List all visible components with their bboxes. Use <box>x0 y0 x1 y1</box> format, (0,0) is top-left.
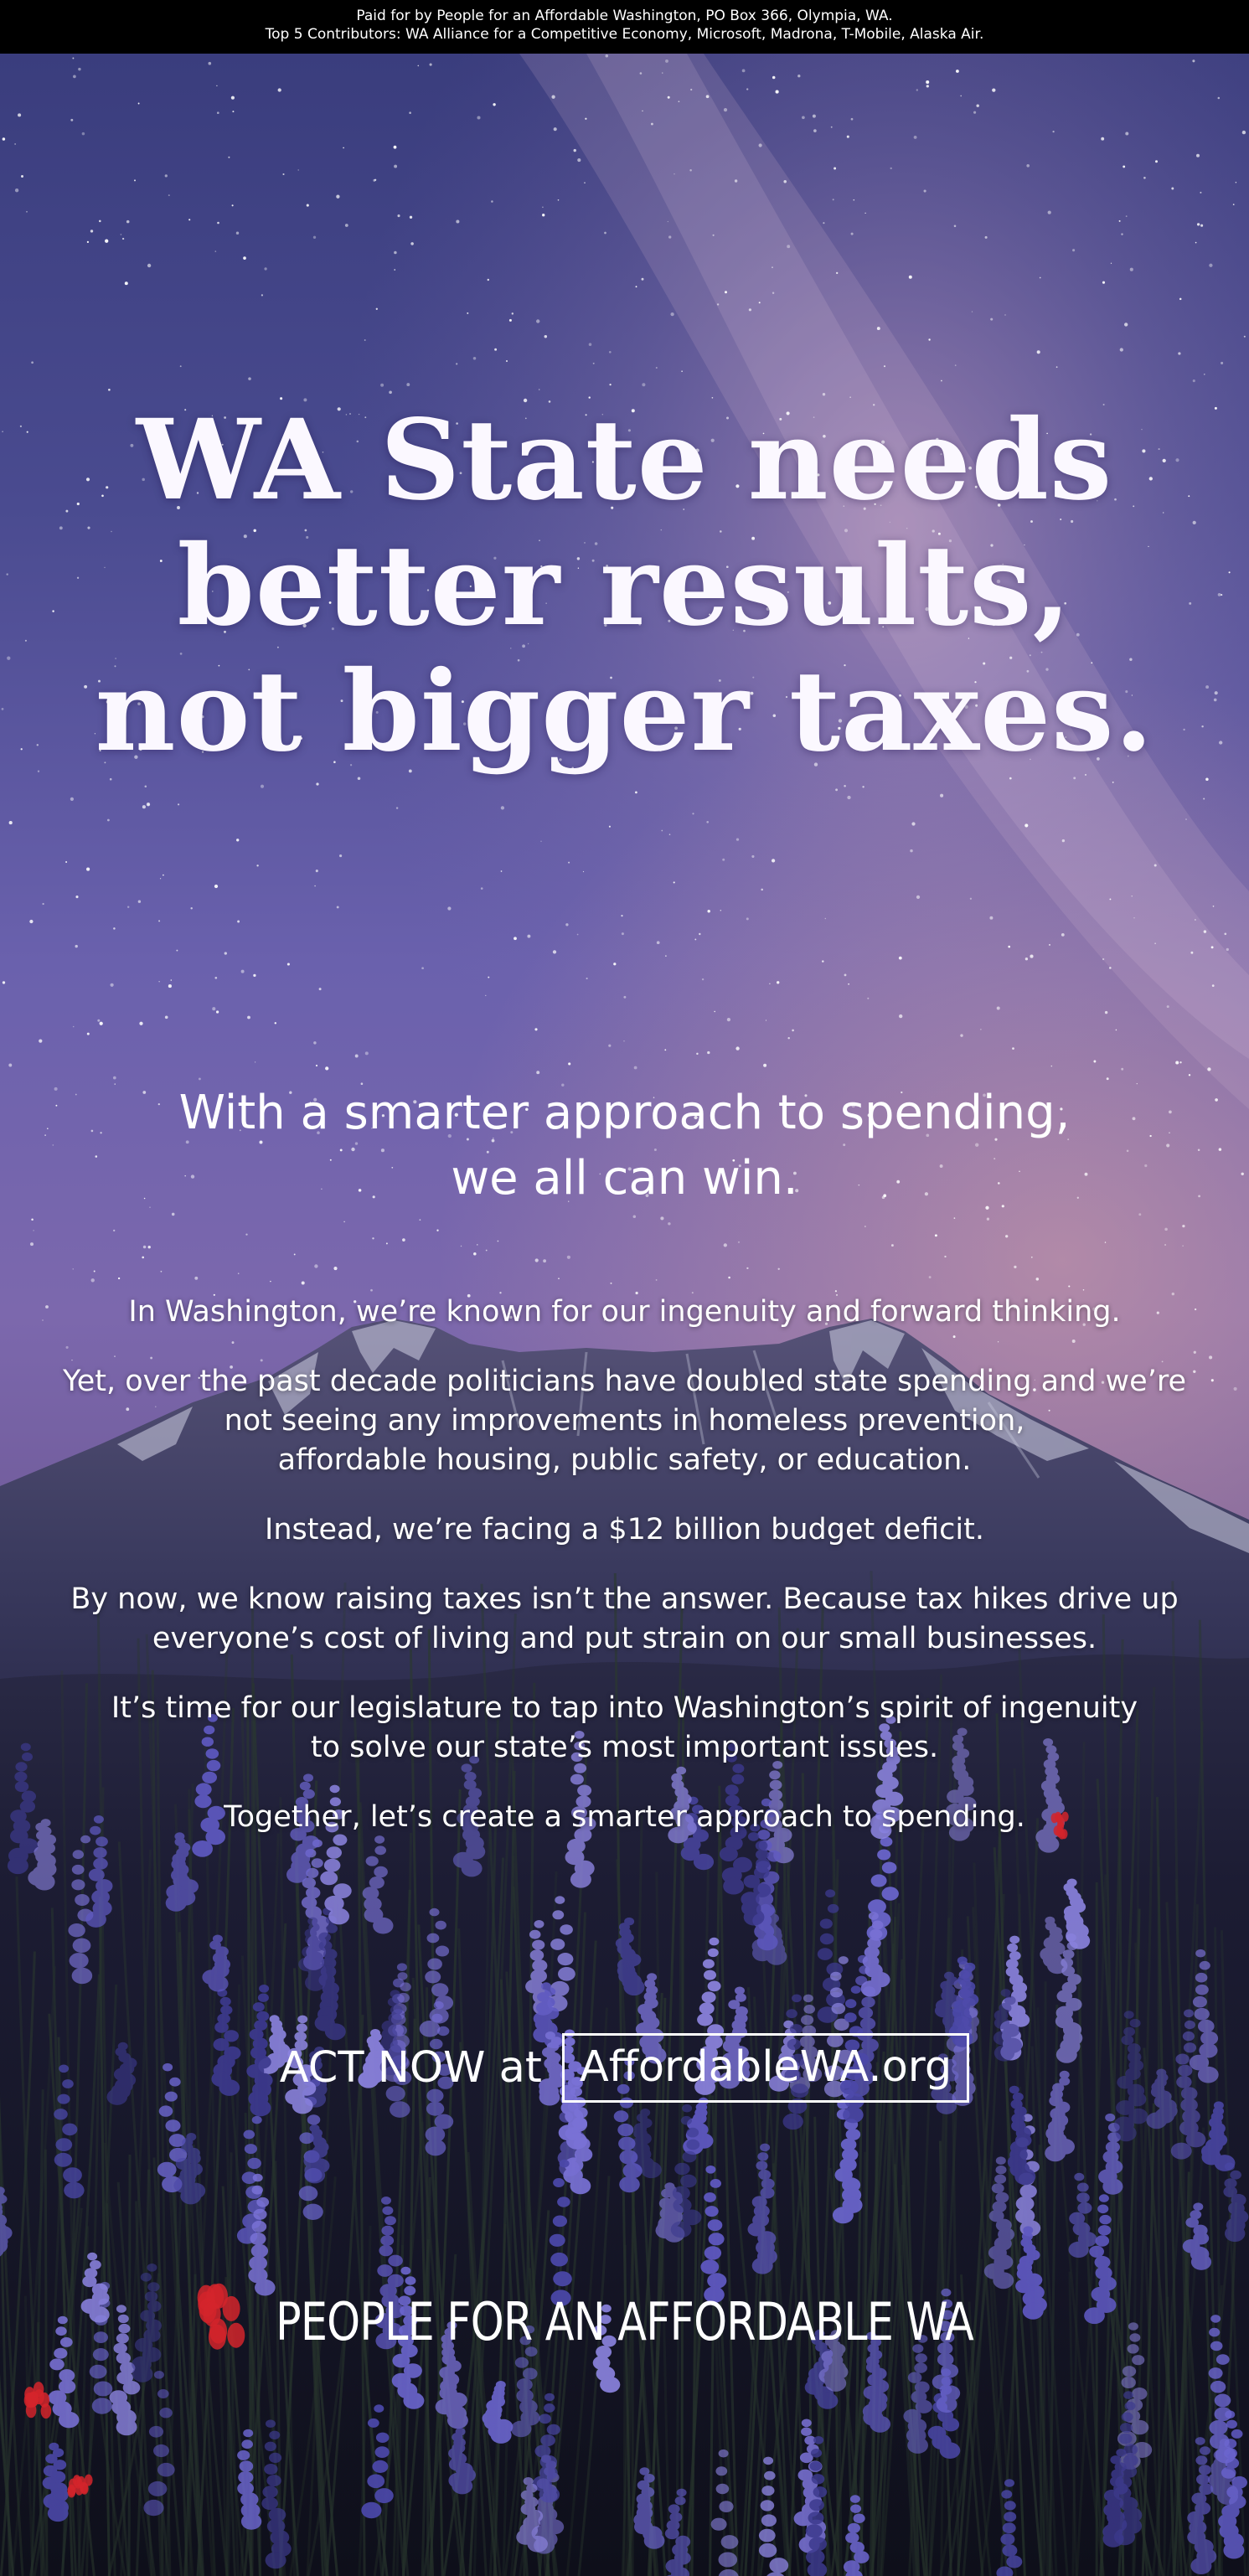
website-link[interactable]: AffordableWA.org <box>561 2032 970 2103</box>
cta-label: ACT NOW at <box>279 2042 542 2093</box>
body-p5-line-2: to solve our state’s most important issu… <box>310 1731 939 1764</box>
call-to-action: ACT NOW at AffordableWA.org <box>0 2026 1249 2109</box>
headline-line-1: WA State needs <box>136 395 1113 525</box>
organization-name: PEOPLE FOR AN AFFORDABLE WA <box>275 2291 974 2352</box>
body-p2-line-2: not seeing any improvements in homeless … <box>224 1404 1025 1438</box>
disclaimer-line-1: Paid for by People for an Affordable Was… <box>356 8 893 24</box>
headline: WA State needs better results, not bigge… <box>0 398 1249 775</box>
headline-line-3: not bigger taxes. <box>95 647 1154 777</box>
subheadline: With a smarter approach to spending, we … <box>0 1081 1249 1211</box>
body-p2-line-1: Yet, over the past decade politicians ha… <box>63 1365 1186 1398</box>
body-p5-line-1: It’s time for our legislature to tap int… <box>111 1691 1138 1725</box>
subhead-line-1: With a smarter approach to spending, <box>178 1086 1071 1140</box>
body-p6-line: Together, let’s create a smarter approac… <box>224 1800 1025 1834</box>
body-p2-line-3: affordable housing, public safety, or ed… <box>277 1443 972 1477</box>
headline-line-2: better results, <box>177 521 1072 651</box>
body-p3-line: Instead, we’re facing a $12 billion budg… <box>265 1513 984 1546</box>
subhead-line-2: we all can win. <box>451 1151 798 1205</box>
ad-content: WA State needs better results, not bigge… <box>0 0 1249 2576</box>
disclaimer-line-2: Top 5 Contributors: WA Alliance for a Co… <box>265 26 984 43</box>
paid-for-disclaimer: Paid for by People for an Affordable Was… <box>0 0 1249 54</box>
body-p4-line-1: By now, we know raising taxes isn’t the … <box>70 1582 1179 1616</box>
body-copy: In Washington, we’re known for our ingen… <box>0 1262 1249 1867</box>
body-p4-line-2: everyone’s cost of living and put strain… <box>152 1622 1097 1655</box>
body-p1-line: In Washington, we’re known for our ingen… <box>128 1295 1121 1329</box>
